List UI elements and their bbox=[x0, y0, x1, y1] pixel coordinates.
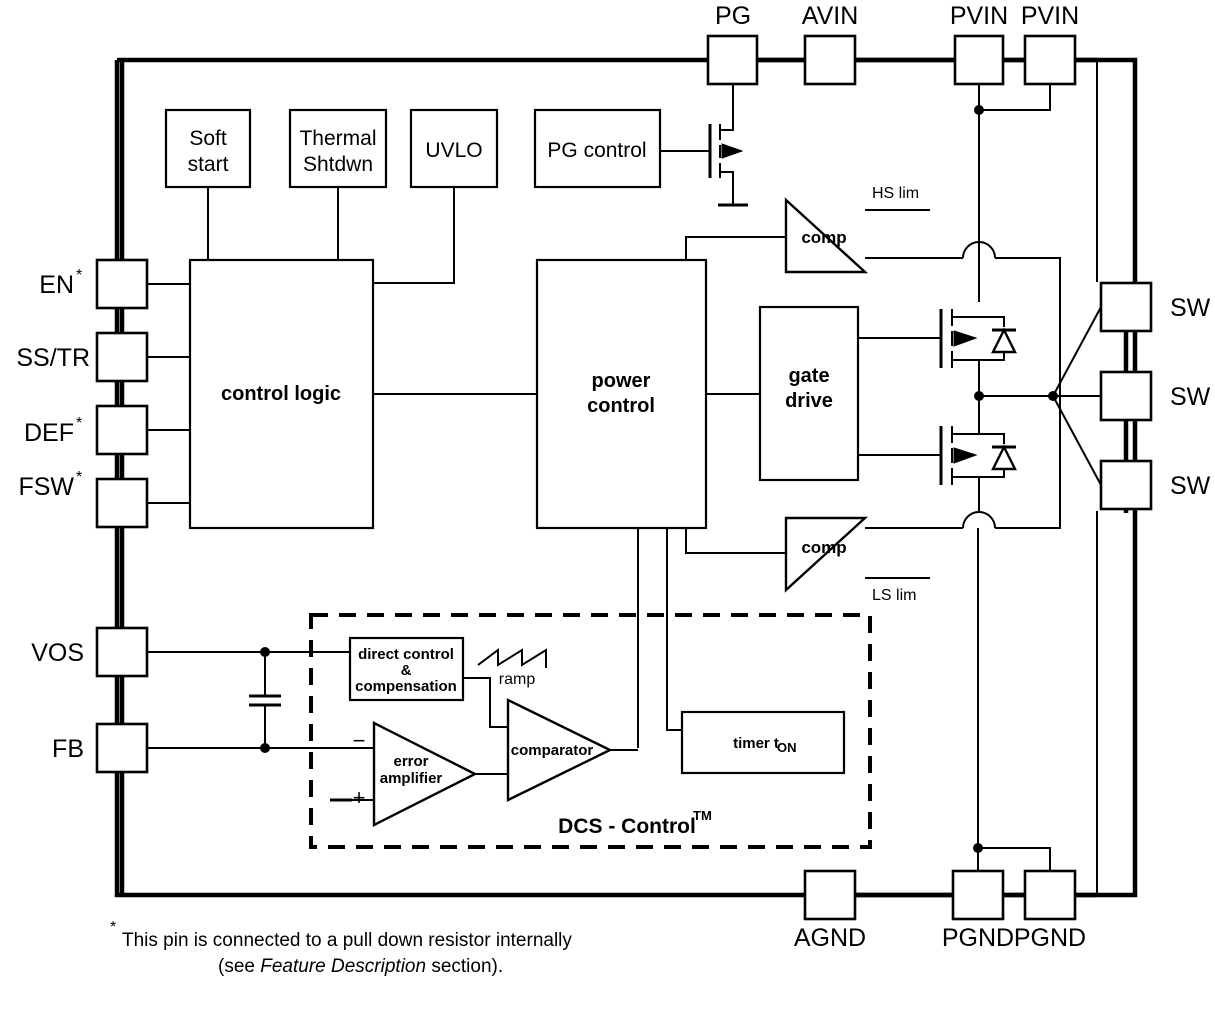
high-side-mosfet bbox=[939, 309, 1053, 401]
block-soft-start: Soft start bbox=[164, 108, 252, 260]
footnote-line-2-post: section). bbox=[426, 956, 503, 977]
block-gate-drive-line-2: drive bbox=[785, 390, 833, 412]
block-direct-control-line-2: & bbox=[401, 662, 412, 679]
pin-sw-1-label: SW bbox=[1170, 294, 1211, 322]
pin-def[interactable]: DEF * bbox=[24, 404, 190, 456]
dcs-control-tm-mark: TM bbox=[693, 808, 712, 823]
pin-sw-2[interactable]: SW bbox=[1099, 370, 1211, 422]
pin-pgnd-2-label: PGND bbox=[1014, 924, 1086, 952]
pin-sw-3-label: SW bbox=[1170, 472, 1211, 500]
footnote-line-2: (see Feature Description section). bbox=[218, 956, 503, 977]
pin-def-footnote-marker: * bbox=[76, 415, 82, 432]
block-pg-control-label: PG control bbox=[547, 139, 646, 162]
pin-sstr-label: SS/TR bbox=[16, 344, 90, 372]
pin-en-footnote-marker: * bbox=[76, 267, 82, 284]
ramp-label: ramp bbox=[499, 671, 536, 688]
pin-sstr[interactable]: SS/TR bbox=[16, 331, 190, 383]
dcs-control-label: DCS - Control bbox=[558, 815, 696, 838]
error-amplifier-line-2: amplifier bbox=[380, 770, 443, 787]
pvin-internal-bus bbox=[974, 60, 1098, 302]
comparator-hs-label: comp bbox=[801, 228, 846, 247]
pin-pvin-1[interactable]: PVIN bbox=[950, 2, 1008, 86]
hs-lim-label: HS lim bbox=[872, 185, 919, 202]
block-diagram-canvas: PG AVIN PVIN PVIN EN * SS/TR DEF * FSW *… bbox=[16, 2, 1211, 977]
block-direct-control-line-3: compensation bbox=[355, 678, 457, 695]
pg-nmos-transistor bbox=[708, 84, 748, 207]
pin-en-label: EN bbox=[39, 271, 74, 299]
pin-avin[interactable]: AVIN bbox=[802, 2, 859, 86]
pin-avin-label: AVIN bbox=[802, 2, 859, 30]
pin-fsw-footnote-marker: * bbox=[76, 469, 82, 486]
block-timer-ton-subscript: ON bbox=[777, 740, 797, 755]
block-timer-ton: timer t ON bbox=[680, 710, 846, 775]
footnote-marker: * bbox=[110, 919, 116, 936]
pin-pg[interactable]: PG bbox=[706, 2, 759, 86]
pgnd-internal-bus bbox=[973, 511, 1098, 895]
block-soft-start-line-2: start bbox=[188, 153, 229, 176]
block-direct-control-line-1: direct control bbox=[358, 646, 454, 663]
block-gate-drive: gate drive bbox=[758, 305, 941, 482]
block-power-control: power control bbox=[535, 236, 786, 748]
ls-lim-label: LS lim bbox=[872, 587, 916, 604]
block-uvlo: UVLO bbox=[373, 108, 499, 284]
ramp-waveform-icon: ramp bbox=[477, 648, 547, 688]
pin-fb[interactable]: FB bbox=[52, 722, 374, 774]
block-power-control-line-1: power bbox=[592, 370, 651, 392]
block-control-logic: control logic bbox=[188, 258, 537, 530]
pin-pvin-2-label: PVIN bbox=[1021, 2, 1079, 30]
block-soft-start-line-1: Soft bbox=[189, 127, 227, 150]
pin-pvin-2[interactable]: PVIN bbox=[1021, 2, 1079, 86]
pin-fb-label: FB bbox=[52, 735, 84, 763]
pin-sw-1[interactable]: SW bbox=[1099, 281, 1211, 333]
feedback-capacitor bbox=[249, 647, 281, 753]
pin-pgnd-1[interactable]: PGND bbox=[942, 869, 1014, 952]
pin-vos-label: VOS bbox=[31, 639, 84, 667]
sw-node-junction bbox=[1048, 306, 1102, 486]
comparator-main-label: comparator bbox=[511, 742, 594, 759]
footnote-line-2-pre: (see bbox=[218, 956, 260, 977]
pin-agnd-label: AGND bbox=[794, 924, 866, 952]
block-timer-ton-label: timer t bbox=[733, 735, 779, 752]
pin-agnd[interactable]: AGND bbox=[794, 869, 866, 952]
block-power-control-line-2: control bbox=[587, 395, 655, 417]
comparator-ls-label: comp bbox=[801, 538, 846, 557]
comparator-main: comparator bbox=[506, 698, 638, 802]
footnote-line-1: This pin is connected to a pull down res… bbox=[122, 930, 572, 951]
pin-vos[interactable]: VOS bbox=[31, 626, 350, 678]
block-thermal-shtdwn: Thermal Shtdwn bbox=[288, 108, 388, 260]
pin-en[interactable]: EN * bbox=[39, 258, 190, 310]
block-thermal-line-2: Shtdwn bbox=[303, 153, 373, 176]
error-amplifier: error amplifier − + bbox=[330, 721, 508, 827]
pin-pgnd-1-label: PGND bbox=[942, 924, 1014, 952]
block-thermal-line-1: Thermal bbox=[299, 127, 376, 150]
functional-block-diagram: PG AVIN PVIN PVIN EN * SS/TR DEF * FSW *… bbox=[0, 0, 1215, 1023]
pin-pgnd-2[interactable]: PGND bbox=[1014, 869, 1086, 952]
error-amplifier-line-1: error bbox=[393, 753, 428, 770]
block-uvlo-label: UVLO bbox=[425, 139, 482, 162]
comparator-hs-limit: comp HS lim bbox=[784, 185, 1061, 302]
footnote-line-2-italic: Feature Description bbox=[260, 956, 426, 977]
block-direct-control: direct control & compensation bbox=[348, 636, 508, 728]
pin-pvin-1-label: PVIN bbox=[950, 2, 1008, 30]
footnote: * This pin is connected to a pull down r… bbox=[110, 919, 572, 977]
pin-sw-3[interactable]: SW bbox=[1099, 459, 1211, 511]
error-amplifier-plus-sign: + bbox=[353, 785, 366, 810]
pin-fsw-label: FSW bbox=[18, 473, 74, 501]
block-pg-control: PG control bbox=[533, 108, 710, 189]
error-amplifier-minus-sign: − bbox=[353, 728, 366, 753]
low-side-mosfet bbox=[939, 396, 1017, 511]
pin-sw-2-label: SW bbox=[1170, 383, 1211, 411]
block-control-logic-label: control logic bbox=[221, 383, 341, 405]
pin-fsw[interactable]: FSW * bbox=[18, 469, 190, 529]
pin-def-label: DEF bbox=[24, 419, 74, 447]
block-gate-drive-line-1: gate bbox=[788, 365, 829, 387]
pin-pg-label: PG bbox=[715, 2, 751, 30]
